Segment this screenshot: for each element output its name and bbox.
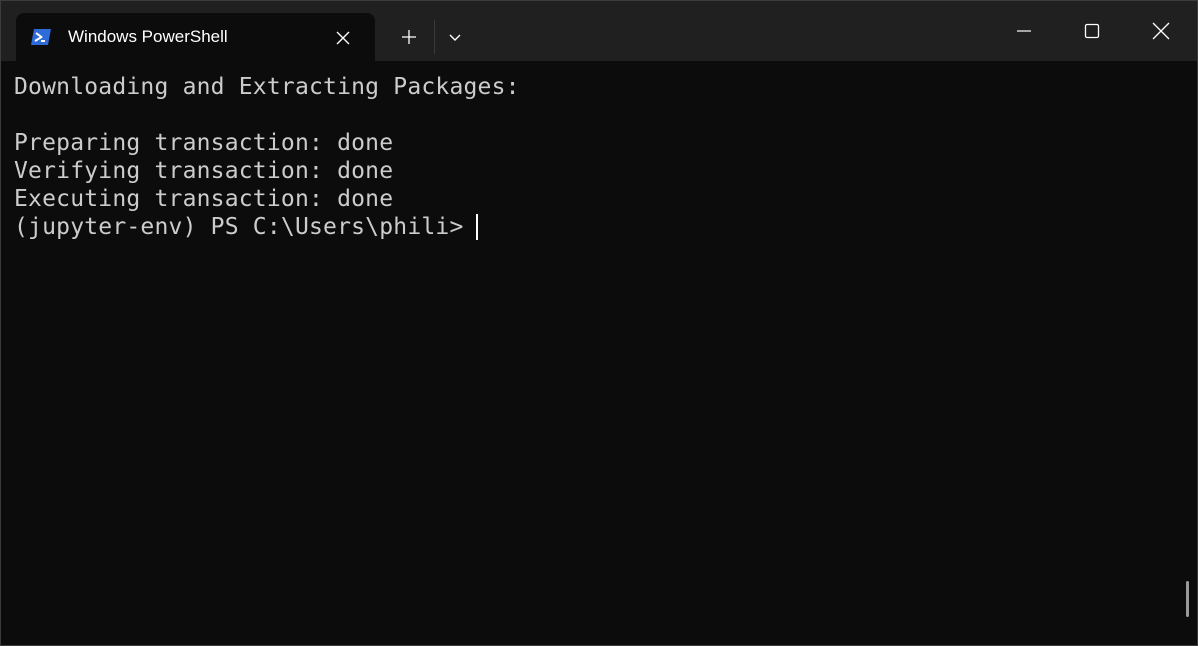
scrollbar[interactable] bbox=[1186, 581, 1189, 617]
plus-icon bbox=[402, 30, 416, 44]
tab-windows-powershell[interactable]: Windows PowerShell bbox=[16, 13, 375, 61]
terminal-output[interactable]: Downloading and Extracting Packages: Pre… bbox=[0, 61, 1198, 646]
close-icon bbox=[336, 31, 350, 45]
minimize-button[interactable] bbox=[990, 0, 1058, 61]
new-tab-button[interactable] bbox=[393, 21, 425, 53]
tab-divider bbox=[434, 20, 435, 54]
maximize-button[interactable] bbox=[1058, 0, 1126, 61]
close-window-button[interactable] bbox=[1127, 0, 1195, 61]
close-icon bbox=[1152, 22, 1170, 39]
terminal-line: Executing transaction: done bbox=[14, 186, 394, 212]
tab-dropdown-button[interactable] bbox=[440, 21, 470, 53]
maximize-icon bbox=[1084, 23, 1100, 38]
terminal-line: Downloading and Extracting Packages: bbox=[14, 74, 520, 100]
tab-close-button[interactable] bbox=[330, 25, 356, 51]
minimize-icon bbox=[1017, 29, 1031, 32]
chevron-down-icon bbox=[449, 34, 461, 41]
terminal-window: Windows PowerShell Downloading and Extra… bbox=[0, 0, 1198, 646]
terminal-line: Preparing transaction: done bbox=[14, 130, 394, 156]
powershell-icon bbox=[30, 26, 52, 48]
text-cursor bbox=[476, 214, 478, 240]
tab-title: Windows PowerShell bbox=[68, 27, 228, 46]
terminal-prompt: (jupyter-env) PS C:\Users\phili> bbox=[14, 214, 478, 240]
title-bar[interactable]: Windows PowerShell bbox=[0, 0, 1198, 61]
terminal-line: Verifying transaction: done bbox=[14, 158, 394, 184]
